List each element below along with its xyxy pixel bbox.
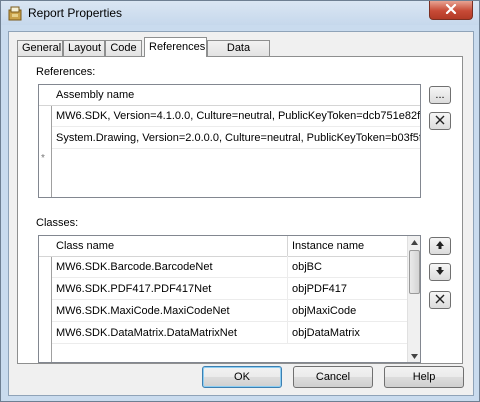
dialog-client-area: General Layout Code References Data Outp…: [8, 31, 474, 396]
delete-class-button[interactable]: [429, 291, 451, 309]
column-header-class-name[interactable]: Class name: [52, 236, 288, 256]
tab-layout[interactable]: Layout: [63, 40, 105, 56]
instance-name-cell[interactable]: objPDF417: [288, 278, 410, 300]
window-title: Report Properties: [28, 6, 123, 20]
close-icon: [445, 3, 457, 17]
scrollbar-thumb[interactable]: [409, 250, 420, 294]
class-name-cell[interactable]: MW6.SDK.DataMatrix.DataMatrixNet: [52, 322, 288, 344]
instance-name-cell[interactable]: objDataMatrix: [288, 322, 410, 344]
column-header-assembly-name[interactable]: Assembly name: [52, 85, 420, 105]
table-row[interactable]: System.Drawing, Version=2.0.0.0, Culture…: [52, 127, 420, 149]
move-down-button[interactable]: [429, 263, 451, 281]
tab-general[interactable]: General: [17, 40, 63, 56]
scroll-down-arrow-icon[interactable]: [408, 350, 420, 362]
classes-vertical-scrollbar[interactable]: [407, 236, 420, 362]
ok-button[interactable]: OK: [202, 366, 282, 388]
delete-x-icon: [434, 114, 446, 129]
class-name-cell[interactable]: MW6.SDK.MaxiCode.MaxiCodeNet: [52, 300, 288, 322]
class-name-cell[interactable]: MW6.SDK.Barcode.BarcodeNet: [52, 256, 288, 278]
delete-x-icon: [434, 293, 446, 308]
new-row-marker: *: [41, 153, 45, 164]
close-button[interactable]: [429, 1, 473, 20]
tab-code[interactable]: Code: [105, 40, 142, 56]
tab-data-output[interactable]: Data Output: [207, 40, 270, 69]
scroll-up-arrow-icon[interactable]: [408, 236, 420, 248]
arrow-down-icon: [435, 266, 445, 279]
references-grid: Assembly name MW6.SDK, Version=4.1.0.0, …: [38, 84, 421, 198]
tab-references[interactable]: References: [144, 37, 207, 57]
class-name-cell[interactable]: MW6.SDK.PDF417.PDF417Net: [52, 278, 288, 300]
column-header-instance-name[interactable]: Instance name: [288, 236, 410, 256]
help-button[interactable]: Help: [384, 366, 464, 388]
references-tab-panel: References: Assembly name MW6.SDK, Versi…: [17, 56, 463, 364]
report-properties-dialog: Report Properties General Layout Code Re…: [0, 0, 480, 402]
table-row[interactable]: MW6.SDK, Version=4.1.0.0, Culture=neutra…: [52, 105, 420, 127]
classes-section-label: Classes:: [36, 217, 79, 229]
classes-grid: Class name Instance name MW6.SDK.Barcode…: [38, 235, 421, 363]
classes-grid-header: Class name Instance name: [39, 236, 420, 257]
report-properties-icon: [7, 5, 23, 21]
browse-reference-button[interactable]: ...: [429, 86, 451, 104]
move-up-button[interactable]: [429, 237, 451, 255]
instance-name-cell[interactable]: objMaxiCode: [288, 300, 410, 322]
delete-reference-button[interactable]: [429, 112, 451, 130]
cancel-button[interactable]: Cancel: [293, 366, 373, 388]
references-grid-header: Assembly name: [39, 85, 420, 106]
arrow-up-icon: [435, 240, 445, 253]
instance-name-cell[interactable]: objBC: [288, 256, 410, 278]
references-section-label: References:: [36, 66, 96, 78]
title-bar[interactable]: Report Properties: [1, 1, 479, 25]
